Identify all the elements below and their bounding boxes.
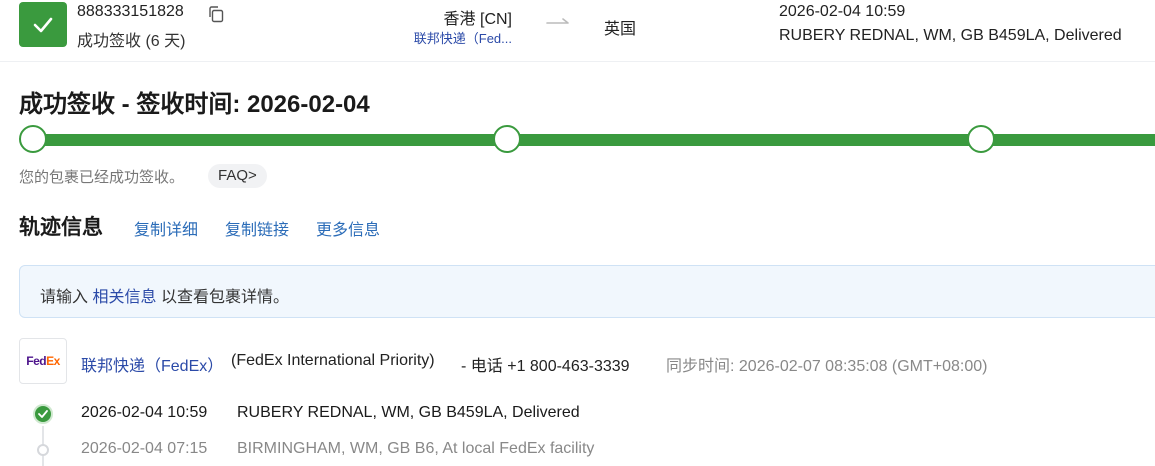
logo-fed-text: Fed — [26, 354, 47, 368]
carrier-service: (FedEx International Priority) — [231, 352, 435, 369]
carrier-link[interactable]: 联邦快递（Fed... — [400, 28, 512, 47]
event-dot-icon — [37, 444, 49, 456]
logo-ex-text: Ex — [46, 354, 60, 368]
event-time: 2026-02-04 10:59 — [81, 404, 208, 421]
info-banner: 请输入 相关信息 以查看包裹详情。 — [19, 265, 1155, 318]
copy-link-link[interactable]: 复制链接 — [225, 216, 289, 240]
carrier-name-link[interactable]: 联邦快递（FedEx） — [81, 352, 223, 376]
destination-location: 英国 — [604, 21, 637, 38]
event-time: 2026-02-04 07:15 — [81, 440, 208, 457]
status-title: 成功签收 - 签收时间: 2026-02-04 — [19, 91, 370, 118]
fedex-logo: Fed Ex — [19, 338, 67, 384]
latest-event-description: RUBERY REDNAL, WM, GB B459LA, Delivered — [779, 27, 1122, 44]
banner-related-info-link[interactable]: 相关信息 — [92, 289, 156, 306]
progress-step-1 — [19, 125, 47, 153]
origin-location: 香港 [CN] — [443, 11, 512, 28]
copy-details-link[interactable]: 复制详细 — [134, 216, 198, 240]
shipment-header: 888333151828 成功签收 (6 天) 香港 [CN] 联邦快递（Fed… — [0, 0, 1155, 62]
copy-icon[interactable] — [207, 5, 225, 23]
event-description: BIRMINGHAM, WM, GB B6, At local FedEx fa… — [237, 440, 595, 457]
more-info-link[interactable]: 更多信息 — [316, 216, 380, 240]
delivered-status-icon — [19, 2, 67, 47]
tracking-section-title: 轨迹信息 — [19, 216, 103, 239]
banner-prefix: 请输入 — [40, 289, 89, 306]
latest-event-time: 2026-02-04 10:59 — [779, 3, 906, 20]
faq-button[interactable]: FAQ> — [208, 164, 267, 188]
event-description: RUBERY REDNAL, WM, GB B459LA, Delivered — [237, 404, 580, 421]
banner-text: 请输入 相关信息 以查看包裹详情。 — [40, 283, 289, 307]
tracking-number: 888333151828 — [77, 3, 184, 20]
banner-suffix: 以查看包裹详情。 — [160, 289, 289, 306]
sync-time: 同步时间: 2026-02-07 08:35:08 (GMT+08:00) — [666, 358, 988, 375]
package-status-message: 您的包裹已经成功签收。 — [19, 169, 185, 186]
progress-step-3 — [967, 125, 995, 153]
delivery-status-text: 成功签收 (6 天) — [77, 33, 186, 50]
progress-step-2 — [493, 125, 521, 153]
arrow-right-icon — [546, 16, 572, 30]
event-delivered-icon — [33, 404, 53, 424]
carrier-phone: - 电话 +1 800-463-3339 — [461, 358, 630, 375]
